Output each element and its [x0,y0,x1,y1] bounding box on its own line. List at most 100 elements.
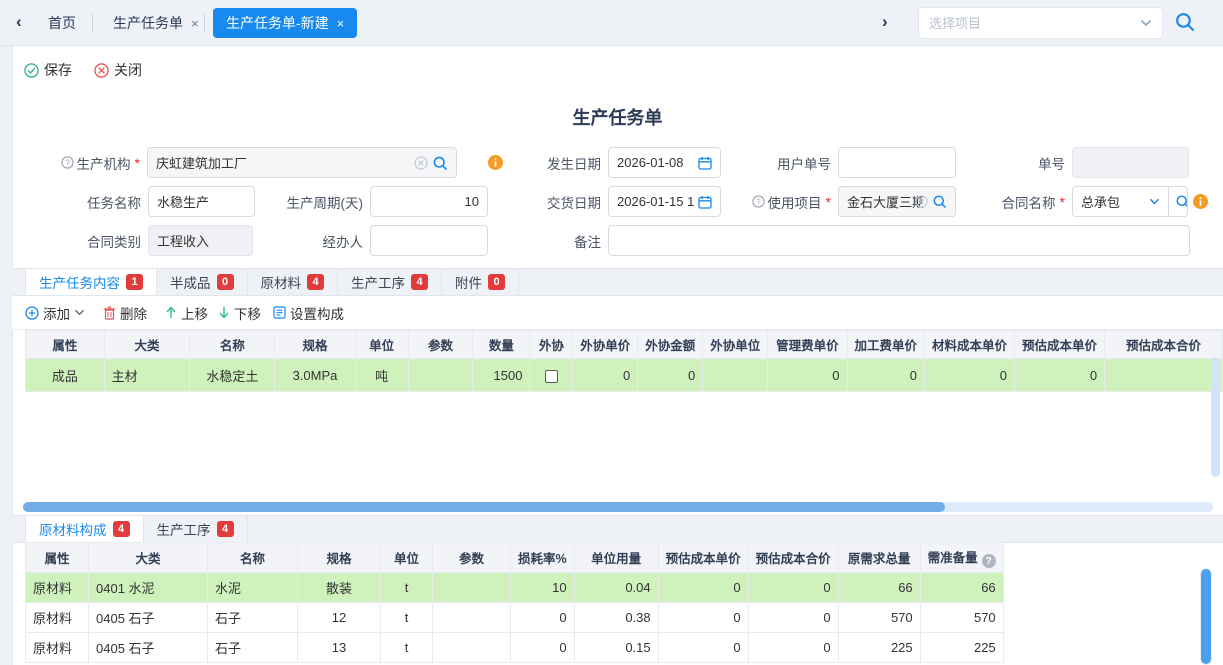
column-header[interactable]: 预估成本单价 [658,543,748,573]
cell-unit-usage: 0.15 [574,633,658,663]
clear-icon[interactable] [915,195,928,208]
tab-production-process[interactable]: 生产工序4 [144,516,248,542]
column-header[interactable]: 规格 [275,331,355,359]
chevron-down-icon[interactable] [1140,17,1152,29]
scrollbar-thumb[interactable] [1211,357,1220,477]
column-header[interactable]: 外协 [530,331,573,359]
field-label: 用户单号 [774,153,831,173]
column-header[interactable]: 预估成本单价 [1015,331,1105,359]
search-icon[interactable] [1168,187,1188,216]
project-select[interactable] [918,7,1163,39]
production-org-input[interactable]: 庆虹建筑加工厂 [147,147,457,178]
task-name-input[interactable]: 水稳生产 [148,186,255,217]
use-project-input[interactable]: 金石大厦三期 [838,186,956,217]
grid-row[interactable]: 原材料 0405 石子 石子 13 t 0 0.15 0 0 225 225 [26,633,1004,663]
column-header[interactable]: 名称 [190,331,275,359]
column-header[interactable]: 属性 [26,543,89,573]
column-header[interactable]: 数量 [473,331,530,359]
search-icon[interactable] [1174,11,1195,32]
svg-text:?: ? [756,196,761,206]
back-chevron-icon[interactable]: ‹ [10,12,28,32]
column-header[interactable]: 单位 [355,331,408,359]
info-icon[interactable] [488,155,503,170]
search-icon[interactable] [932,194,947,209]
help-icon[interactable]: ? [982,554,996,568]
tab-production-content[interactable]: 生产任务内容1 [25,269,157,295]
close-icon[interactable]: × [191,16,199,31]
add-button[interactable]: 添加 [25,303,85,323]
column-header[interactable]: 预估成本合价 [748,543,838,573]
handler-input[interactable] [370,225,488,256]
move-up-button[interactable]: 上移 [165,303,208,323]
calendar-icon[interactable] [698,156,712,170]
user-no-input[interactable] [838,147,956,178]
chevron-down-icon[interactable] [1149,196,1160,207]
project-select-input[interactable] [929,16,1140,31]
column-header[interactable]: 大类 [89,543,208,573]
help-icon[interactable]: ? [61,156,74,169]
close-button[interactable]: 关闭 [94,60,142,80]
field-user-no: 用户单号 [774,147,956,178]
column-header[interactable]: 单位用量 [574,543,658,573]
column-header[interactable]: 属性 [26,331,105,359]
remark-input[interactable] [608,225,1190,256]
grid-row[interactable]: 原材料 0401 水泥 水泥 散装 t 10 0.04 0 0 66 66 [26,573,1004,603]
column-header[interactable]: 参数 [433,543,511,573]
issue-date-input[interactable]: 2026-01-08 [608,147,721,178]
column-header[interactable]: 损耗率% [511,543,575,573]
tab-home[interactable]: 首页 [48,13,76,33]
column-header[interactable]: 预估成本合价 [1105,331,1223,359]
cell-unit: t [381,603,433,633]
horizontal-scrollbar[interactable] [23,502,1213,512]
scrollbar-thumb[interactable] [1201,569,1211,664]
grid-row[interactable]: 成品 主材 水稳定土 3.0MPa 吨 1500 0 0 0 0 0 0 [26,359,1223,392]
help-icon[interactable]: ? [752,195,765,208]
column-header[interactable]: 加工费单价 [847,331,925,359]
cycle-days-input[interactable]: 10 [370,186,488,217]
cell-process-fee: 0 [847,359,925,392]
bottom-grid-vertical-scrollbar[interactable] [1200,568,1212,665]
column-header[interactable]: 材料成本单价 [925,331,1015,359]
field-issue-date: 发生日期 2026-01-08 [544,147,721,178]
forward-chevron-icon[interactable]: › [876,12,894,32]
column-header[interactable]: 规格 [298,543,381,573]
cell-est-cost-total: 0 [748,573,838,603]
tab-semi-finished[interactable]: 半成品0 [157,269,248,295]
tab-raw-material-composition[interactable]: 原材料构成4 [25,516,144,542]
column-header[interactable]: 外协单价 [573,331,638,359]
search-icon[interactable] [432,155,448,171]
cell-est-cost-price: 0 [658,603,748,633]
info-icon[interactable] [1193,194,1208,209]
column-header[interactable]: 单位 [381,543,433,573]
scrollbar-thumb[interactable] [23,502,945,512]
column-header[interactable]: 外协单位 [703,331,768,359]
delete-button[interactable]: 删除 [103,303,147,323]
calendar-icon[interactable] [698,195,712,209]
column-header[interactable]: 大类 [104,331,190,359]
set-composition-button[interactable]: 设置构成 [273,303,344,323]
column-header[interactable]: 名称 [208,543,298,573]
tab-production-task[interactable]: 生产任务单 × [100,8,212,38]
tab-process[interactable]: 生产工序4 [338,269,442,295]
tab-raw-materials[interactable]: 原材料4 [248,269,339,295]
tab-attachments[interactable]: 附件0 [442,269,519,295]
clear-icon[interactable] [414,156,428,170]
save-button[interactable]: 保存 [24,60,72,80]
column-header[interactable]: 外协金额 [638,331,703,359]
column-header[interactable]: 需准备量? [920,543,1003,573]
column-header[interactable]: 原需求总量 [838,543,920,573]
cell-required-total: 66 [838,573,920,603]
tab-production-task-new[interactable]: 生产任务单-新建 × [213,8,357,38]
outsource-checkbox[interactable] [545,370,558,383]
cell-name: 水稳定土 [190,359,275,392]
delivery-date-input[interactable]: 2026-01-15 1 [608,186,721,217]
contract-name-select[interactable]: 总承包 [1072,186,1188,217]
tab-divider [92,13,93,33]
main-grid-vertical-scrollbar[interactable] [1211,333,1220,501]
move-down-button[interactable]: 下移 [218,303,261,323]
close-icon[interactable]: × [337,16,345,31]
column-header[interactable]: 参数 [408,331,472,359]
grid-row[interactable]: 原材料 0405 石子 石子 12 t 0 0.38 0 0 570 570 [26,603,1004,633]
column-header[interactable]: 管理费单价 [768,331,847,359]
count-badge: 4 [217,521,234,537]
